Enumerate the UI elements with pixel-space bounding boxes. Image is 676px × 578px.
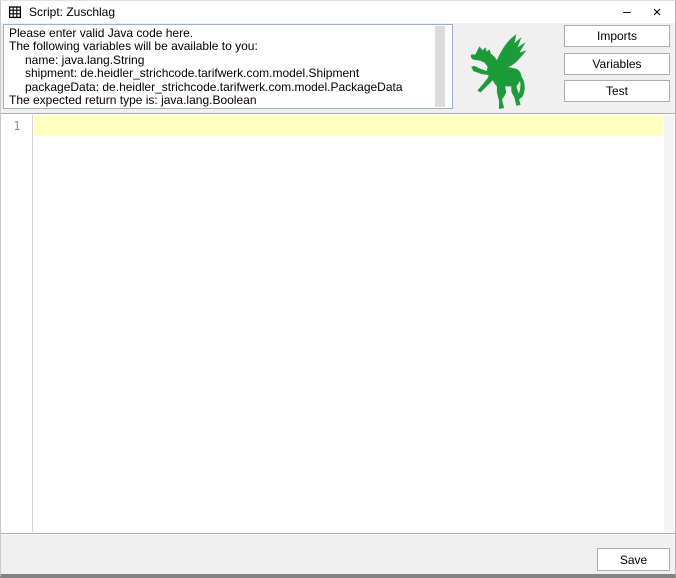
- line-number: 1: [2, 119, 32, 133]
- info-line: name: java.lang.String: [9, 54, 434, 67]
- save-button[interactable]: Save: [597, 548, 670, 571]
- info-line: shipment: de.heidler_strichcode.tarifwer…: [9, 67, 434, 80]
- line-number-gutter: 1: [2, 115, 33, 532]
- info-textbox[interactable]: Please enter valid Java code here. The f…: [3, 24, 453, 109]
- pegasus-logo-icon: [467, 34, 533, 110]
- info-line: The following variables will be availabl…: [9, 40, 434, 53]
- code-editor[interactable]: 1: [1, 113, 675, 534]
- imports-button[interactable]: Imports: [564, 25, 670, 47]
- footer-bar: Save: [1, 535, 675, 575]
- info-line: Please enter valid Java code here.: [9, 27, 434, 40]
- test-button[interactable]: Test: [564, 80, 670, 102]
- variables-button[interactable]: Variables: [564, 53, 670, 75]
- code-input-area[interactable]: [34, 115, 664, 532]
- window-title: Script: Zuschlag: [29, 5, 115, 19]
- table-grid-icon: [8, 5, 22, 19]
- info-line: packageData: de.heidler_strichcode.tarif…: [9, 81, 434, 94]
- close-button[interactable]: ×: [642, 1, 672, 23]
- editor-vertical-scrollbar[interactable]: [664, 115, 674, 532]
- minimize-button[interactable]: –: [612, 1, 642, 23]
- script-dialog-window: Script: Zuschlag – × Please enter valid …: [0, 0, 676, 578]
- header-panel: Please enter valid Java code here. The f…: [1, 23, 675, 114]
- info-line: The expected return type is: java.lang.B…: [9, 94, 434, 107]
- current-line-highlight: [34, 115, 664, 136]
- info-vertical-scrollbar[interactable]: [435, 26, 445, 107]
- title-bar: Script: Zuschlag – ×: [1, 1, 675, 23]
- caption-buttons: – ×: [612, 1, 675, 23]
